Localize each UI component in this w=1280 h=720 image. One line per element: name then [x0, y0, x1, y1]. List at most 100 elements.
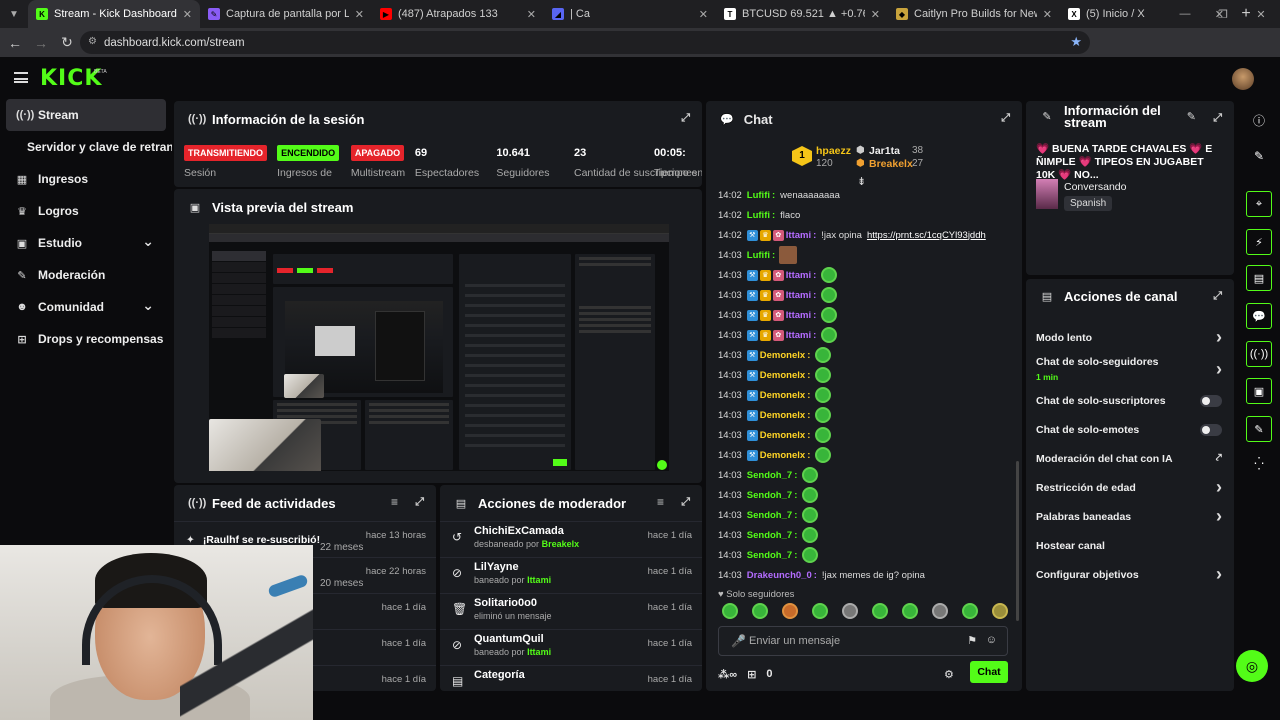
filter-icon[interactable]: ≡	[391, 495, 398, 509]
chat-username[interactable]: Ittami	[786, 290, 811, 301]
chat-username[interactable]: Lufifi	[747, 210, 770, 221]
chat-message[interactable]: 14:03 Sendoh_7:	[718, 545, 1022, 565]
channel-action-restricci-n-de-edad[interactable]: Restricción de edad ›	[1026, 473, 1234, 502]
chevron-right-icon[interactable]: ›	[1216, 564, 1222, 585]
chat-widget-icon[interactable]: 💬	[1246, 303, 1272, 329]
sidebar-item-drops[interactable]: ⊞ Drops y recompensas	[0, 323, 172, 355]
channel-action-chat-de-solo-emotes[interactable]: Chat de solo-emotes	[1026, 415, 1234, 444]
chevron-down-icon[interactable]: ⌄	[142, 297, 154, 314]
chat-message[interactable]: 14:03 ⚒ Demonelx:	[718, 425, 1022, 445]
moderation-widget-icon[interactable]: ▣	[1246, 378, 1272, 404]
browser-tab[interactable]: T BTCUSD 69.521 ▲ +0.76% Sin n ✕	[716, 0, 888, 28]
chat-message[interactable]: 14:02 ⚒ ♛ ✿ Ittami: !jax opina https://prnt.sc…	[718, 225, 1022, 245]
browser-tab[interactable]: ◆ Caitlyn Pro Builds for New Item ✕	[888, 0, 1060, 28]
channel-action-configurar-objetivos[interactable]: Configurar objetivos ›	[1026, 560, 1234, 589]
mod-action-row[interactable]: ⊘ QuantumQuil baneado por Ittami hace 1 día	[440, 629, 702, 665]
chat-settings-icon[interactable]: ⚙	[944, 668, 954, 681]
sidebar-item-comunidad[interactable]: ☻ Comunidad ⌄	[0, 291, 172, 323]
browser-tab[interactable]: K Stream - Kick Dashboard ✕	[28, 0, 200, 28]
chat-message-input[interactable]: 🎤 Enviar un mensaje ⚑ ☺	[718, 626, 1008, 656]
emote-button[interactable]	[722, 603, 738, 619]
mod-action-row[interactable]: ▤ Categoría hace 1 día	[440, 665, 702, 691]
channel-action-chat-de-solo-suscriptores[interactable]: Chat de solo-suscriptores	[1026, 386, 1234, 415]
chat-username[interactable]: Demonelx	[760, 350, 805, 361]
chat-message[interactable]: 14:03 Sendoh_7:	[718, 505, 1022, 525]
gift-icon[interactable]: ⊞	[747, 668, 756, 681]
close-tab-icon[interactable]: ✕	[183, 8, 192, 21]
chat-username[interactable]: Demonelx	[760, 410, 805, 421]
browser-tab[interactable]: ▶ (487) Atrapados 133 ✕	[372, 0, 544, 28]
chat-message[interactable]: 14:03 Lufifi:	[718, 245, 1022, 265]
chat-username[interactable]: Ittami	[786, 270, 811, 281]
broadcast-widget-icon[interactable]: ((·))	[1246, 341, 1272, 367]
chat-message[interactable]: 14:03 ⚒ Demonelx:	[718, 405, 1022, 425]
url-input[interactable]: ⚙ dashboard.kick.com/stream ★	[80, 31, 1090, 54]
sidebar-item-server-key[interactable]: Servidor y clave de retransmisión	[0, 131, 172, 163]
toggle-switch[interactable]	[1200, 394, 1222, 407]
close-tab-icon[interactable]: ✕	[699, 8, 708, 21]
chat-username[interactable]: Sendoh_7	[747, 470, 792, 481]
site-info-icon[interactable]: ⚙	[88, 36, 97, 47]
wrench-widget-icon[interactable]: ✎	[1246, 416, 1272, 442]
chat-username[interactable]: Drakeunch0_0	[747, 570, 812, 581]
chat-scrollbar[interactable]	[1016, 461, 1019, 621]
chat-message[interactable]: 14:03 ⚒ Demonelx:	[718, 365, 1022, 385]
close-tab-icon[interactable]: ✕	[871, 8, 880, 21]
close-tab-icon[interactable]: ✕	[527, 8, 536, 21]
chat-message[interactable]: 14:03 ⚒ ♛ ✿ Ittami:	[718, 305, 1022, 325]
chat-message[interactable]: 14:03 Sendoh_7:	[718, 465, 1022, 485]
channel-action-modo-lento[interactable]: Modo lento ›	[1026, 323, 1234, 352]
popout-icon[interactable]: ⤢	[1001, 112, 1010, 125]
lightning-icon[interactable]: ⚡	[1246, 229, 1272, 255]
chevron-right-icon[interactable]: ›	[1216, 506, 1222, 527]
chat-username[interactable]: Demonelx	[760, 370, 805, 381]
sidebar-item-stream[interactable]: ((·)) Stream	[6, 99, 166, 131]
chat-username[interactable]: Sendoh_7	[747, 510, 792, 521]
support-chat-icon[interactable]: ◎	[1236, 650, 1268, 682]
chat-username[interactable]: Demonelx	[760, 390, 805, 401]
emote-button[interactable]	[962, 603, 978, 619]
chat-message[interactable]: 14:03 ⚒ ♛ ✿ Ittami:	[718, 285, 1022, 305]
chat-message[interactable]: 14:03 ⚒ ♛ ✿ Ittami:	[718, 325, 1022, 345]
filter-icon[interactable]: ≡	[657, 495, 664, 509]
tab-search-icon[interactable]: ▼	[0, 0, 28, 28]
edit-layout-icon[interactable]: ✎	[1246, 143, 1272, 169]
emote-button[interactable]	[902, 603, 918, 619]
clipboard-widget-icon[interactable]: ▤	[1246, 265, 1272, 291]
channel-action-chat-de-solo-seguidores[interactable]: Chat de solo-seguidores 1 min ›	[1026, 352, 1234, 386]
chat-username[interactable]: Ittami	[786, 230, 811, 241]
chevron-right-icon[interactable]: ›	[1216, 327, 1222, 348]
channel-action-hostear-canal[interactable]: Hostear canal	[1026, 531, 1234, 560]
popout-icon[interactable]: ⤢	[681, 112, 690, 125]
chat-message[interactable]: 14:03 ⚒ Demonelx:	[718, 385, 1022, 405]
chat-username[interactable]: Sendoh_7	[747, 550, 792, 561]
info-icon[interactable]: ⓘ	[1246, 107, 1272, 133]
close-window-icon[interactable]: ✕	[1242, 8, 1280, 21]
edit-icon[interactable]: ✎	[1187, 111, 1196, 123]
chat-username[interactable]: Ittami	[786, 310, 811, 321]
chat-username[interactable]: Sendoh_7	[747, 490, 792, 501]
chevron-right-icon[interactable]: ›	[1216, 477, 1222, 498]
chat-message[interactable]: 14:03 Sendoh_7:	[718, 525, 1022, 545]
emote-button[interactable]	[812, 603, 828, 619]
chat-message[interactable]: 14:03 Sendoh_7:	[718, 485, 1022, 505]
reload-icon[interactable]: ↻	[54, 34, 80, 51]
emote-button[interactable]	[842, 603, 858, 619]
microphone-icon[interactable]: 🎤	[731, 634, 746, 648]
stream-info-widget-icon[interactable]: ⌖	[1246, 191, 1272, 217]
kicks-infinity-icon[interactable]: ⁂∞	[718, 668, 737, 681]
chat-leaderboard[interactable]: 1 hpaezz 120 ⬢ Jar1ta 38 ⬢ Breakelx 27 ⇟	[706, 137, 1022, 189]
external-link-icon[interactable]: ⤤	[1216, 452, 1222, 465]
popout-icon[interactable]: ⤢	[415, 496, 424, 509]
chat-message[interactable]: 14:02 Lufifi: wenaaaaaaaa	[718, 185, 1022, 205]
sidebar-item-moderación[interactable]: ✎ Moderación	[0, 259, 172, 291]
chevron-right-icon[interactable]: ›	[1216, 359, 1222, 380]
chat-message[interactable]: 14:02 Lufifi: flaco	[718, 205, 1022, 225]
channel-action-palabras-baneadas[interactable]: Palabras baneadas ›	[1026, 502, 1234, 531]
chat-username[interactable]: Demonelx	[760, 430, 805, 441]
chat-username[interactable]: Lufifi	[747, 250, 770, 261]
popout-icon[interactable]: ⤢	[681, 496, 690, 509]
chat-message[interactable]: 14:03 ⚒ ♛ ✿ Ittami:	[718, 265, 1022, 285]
maximize-icon[interactable]: ❐	[1204, 8, 1242, 21]
popout-icon[interactable]: ⤢	[1213, 290, 1222, 303]
